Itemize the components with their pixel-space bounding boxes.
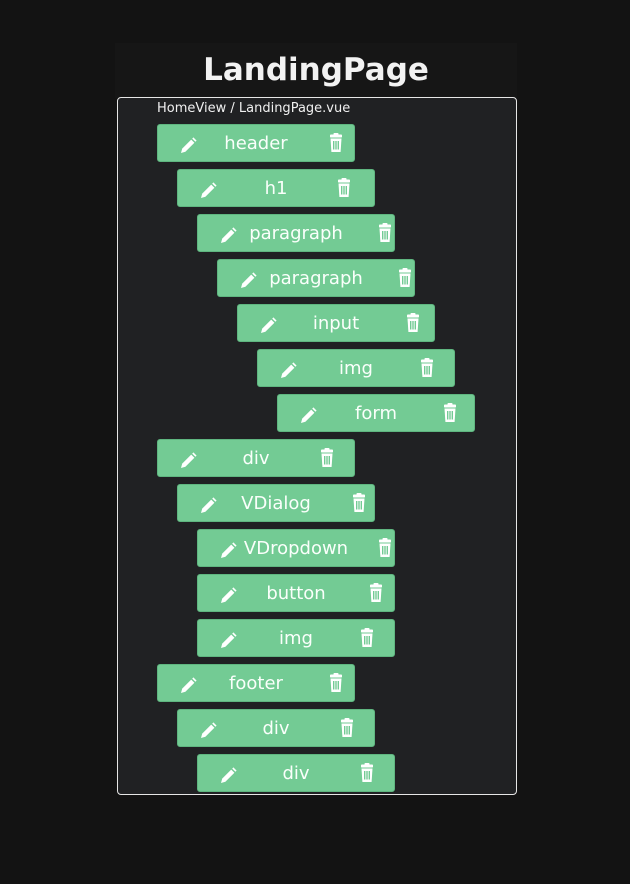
- trash-icon[interactable]: [375, 538, 395, 558]
- pencil-icon[interactable]: [298, 406, 318, 426]
- pencil-icon[interactable]: [238, 271, 258, 291]
- trash-icon[interactable]: [357, 628, 377, 648]
- trash-icon[interactable]: [337, 718, 357, 738]
- pencil-icon[interactable]: [218, 766, 238, 786]
- pencil-icon[interactable]: [218, 586, 238, 606]
- pencil-icon[interactable]: [178, 451, 198, 471]
- trash-icon[interactable]: [375, 223, 395, 243]
- tree-node[interactable]: div: [157, 439, 355, 477]
- trash-icon[interactable]: [349, 493, 369, 513]
- tree-node[interactable]: h1: [177, 169, 375, 207]
- trash-icon[interactable]: [403, 313, 423, 333]
- trash-icon[interactable]: [326, 133, 346, 153]
- pencil-icon[interactable]: [178, 676, 198, 696]
- tree-node[interactable]: VDropdown: [197, 529, 395, 567]
- pencil-icon[interactable]: [278, 361, 298, 381]
- trash-icon[interactable]: [366, 583, 386, 603]
- tree-node[interactable]: img: [197, 619, 395, 657]
- tree-node[interactable]: div: [177, 709, 375, 747]
- pencil-icon[interactable]: [218, 541, 238, 561]
- trash-icon[interactable]: [440, 403, 460, 423]
- pencil-icon[interactable]: [198, 496, 218, 516]
- tree-node[interactable]: div: [197, 754, 395, 792]
- tree-node[interactable]: paragraph: [197, 214, 395, 252]
- page-title: LandingPage: [203, 52, 429, 88]
- pencil-icon[interactable]: [218, 631, 238, 651]
- tree-node[interactable]: paragraph: [217, 259, 415, 297]
- pencil-icon[interactable]: [178, 136, 198, 156]
- tree-node[interactable]: form: [277, 394, 475, 432]
- pencil-icon[interactable]: [258, 316, 278, 336]
- trash-icon[interactable]: [317, 448, 337, 468]
- tree-node[interactable]: button: [197, 574, 395, 612]
- breadcrumb: HomeView / LandingPage.vue: [157, 101, 351, 116]
- tree-node[interactable]: input: [237, 304, 435, 342]
- tree-node[interactable]: VDialog: [177, 484, 375, 522]
- pencil-icon[interactable]: [198, 721, 218, 741]
- tree-node[interactable]: footer: [157, 664, 355, 702]
- pencil-icon[interactable]: [218, 226, 238, 246]
- trash-icon[interactable]: [417, 358, 437, 378]
- trash-icon[interactable]: [357, 763, 377, 783]
- trash-icon[interactable]: [395, 268, 415, 288]
- pencil-icon[interactable]: [198, 181, 218, 201]
- trash-icon[interactable]: [326, 673, 346, 693]
- tree-node[interactable]: header: [157, 124, 355, 162]
- trash-icon[interactable]: [334, 178, 354, 198]
- component-tree-panel: HomeView / LandingPage.vue header h1 parag…: [117, 97, 517, 795]
- tree-node[interactable]: img: [257, 349, 455, 387]
